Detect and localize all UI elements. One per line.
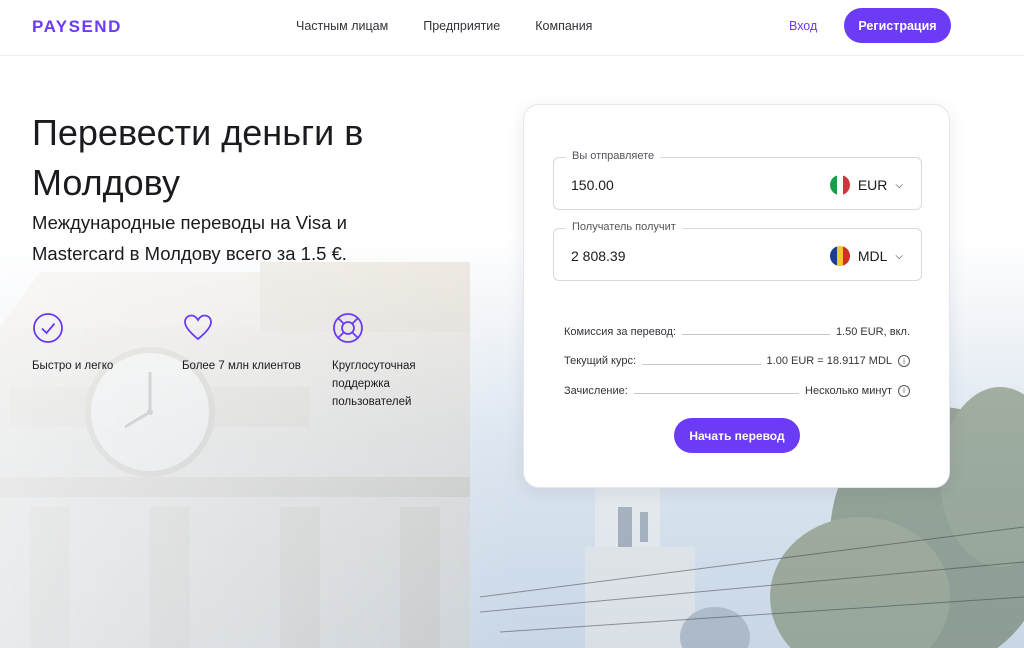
register-button[interactable]: Регистрация (844, 8, 951, 43)
divider (633, 393, 800, 395)
nav-private[interactable]: Частным лицам (296, 19, 388, 33)
divider (642, 363, 761, 365)
start-transfer-button[interactable]: Начать перевод (674, 418, 800, 453)
feature-item: Более 7 млн клиентов (182, 312, 332, 411)
features-list: Быстро и легко Более 7 млн клиентов Круг… (32, 312, 482, 411)
fee-value: 1.50 EUR, вкл. (835, 325, 910, 338)
send-currency-code: EUR (857, 177, 888, 193)
transfer-calculator-card: Вы отправляете 150.00 EUR ⌵ Получатель п… (523, 104, 950, 488)
page-title: Перевести деньги в Молдову (32, 112, 364, 203)
receive-currency-select[interactable]: MDL ⌵ (829, 246, 903, 266)
feature-label: Круглосуточная поддержка пользователей (332, 360, 416, 408)
feature-label: Быстро и легко (32, 360, 114, 372)
fee-label: Комиссия за перевод: (564, 325, 676, 338)
feature-item: Круглосуточная поддержка пользователей (332, 312, 482, 411)
login-link[interactable]: Вход (789, 19, 817, 33)
check-circle-icon (33, 313, 63, 343)
rate-row: Текущий курс: 1.00 EUR = 18.9117 MDL i (564, 347, 910, 377)
delivery-label: Зачисление: (564, 384, 628, 397)
top-header: PAYSEND Частным лицам Предприятие Компан… (0, 0, 1024, 56)
italy-flag-icon (829, 175, 850, 195)
divider (682, 334, 830, 336)
nav-business[interactable]: Предприятие (423, 19, 500, 33)
delivery-row: Зачисление: Несколько минут i (564, 376, 910, 406)
main-nav: Частным лицам Предприятие Компания (296, 19, 592, 33)
chevron-down-icon: ⌵ (895, 250, 903, 262)
lifebuoy-icon (333, 313, 363, 343)
rate-value: 1.00 EUR = 18.9117 MDL (766, 355, 892, 368)
send-amount-label: Вы отправляете (566, 150, 661, 162)
moldova-flag-icon (829, 246, 850, 266)
fee-row: Комиссия за перевод: 1.50 EUR, вкл. (564, 317, 910, 347)
transfer-details: Комиссия за перевод: 1.50 EUR, вкл. Теку… (564, 317, 910, 406)
paysend-logo[interactable]: PAYSEND (32, 17, 122, 37)
heart-icon (184, 314, 212, 341)
receive-currency-code: MDL (857, 248, 888, 264)
info-icon[interactable]: i (898, 384, 910, 397)
receive-amount-label: Получатель получит (566, 221, 682, 233)
delivery-value: Несколько минут (805, 384, 892, 397)
send-amount-input[interactable]: 150.00 (571, 177, 614, 193)
send-currency-select[interactable]: EUR ⌵ (829, 175, 903, 195)
rate-label: Текущий курс: (564, 355, 637, 368)
feature-label: Более 7 млн клиентов (182, 360, 301, 372)
chevron-down-icon: ⌵ (895, 179, 903, 191)
info-icon[interactable]: i (898, 355, 910, 368)
receive-amount-field[interactable]: Получатель получит 2 808.39 MDL ⌵ (553, 221, 922, 281)
feature-item: Быстро и легко (32, 312, 182, 411)
nav-company[interactable]: Компания (535, 19, 592, 33)
send-amount-field[interactable]: Вы отправляете 150.00 EUR ⌵ (553, 150, 922, 210)
page-subtitle: Международные переводы на Visa и Masterc… (32, 212, 347, 264)
receive-amount-input[interactable]: 2 808.39 (571, 248, 626, 264)
